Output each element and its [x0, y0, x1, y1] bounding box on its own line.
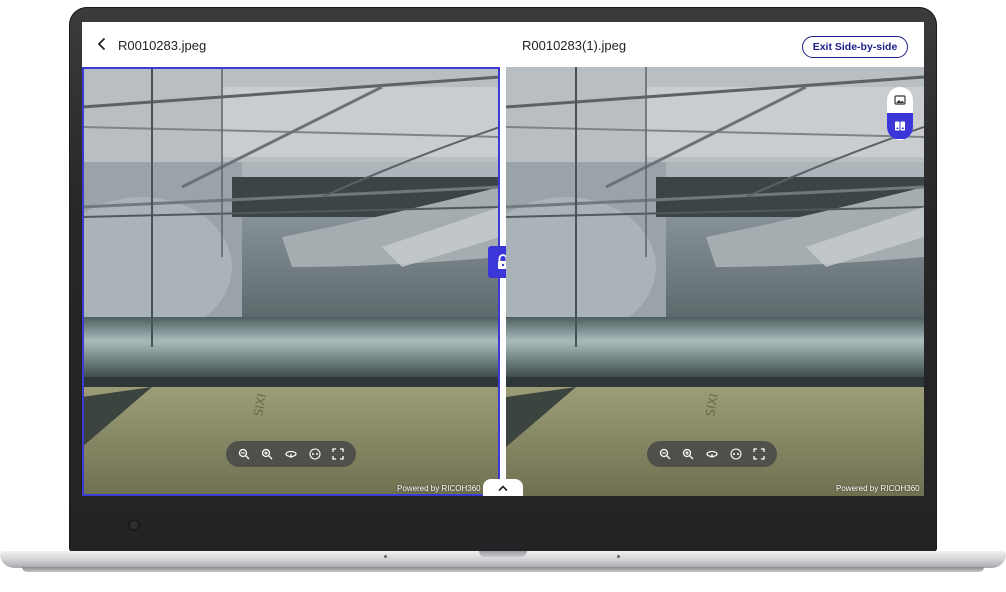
zoom-in-button[interactable] — [260, 447, 274, 461]
powered-by-label: Powered by RICOH360 — [397, 484, 481, 493]
right-file-title: R0010283(1).jpeg — [522, 38, 627, 53]
split-view-icon — [895, 121, 905, 131]
laptop-notch — [479, 551, 527, 557]
left-file-title: R0010283.jpeg — [118, 38, 207, 53]
rotate-button[interactable] — [705, 447, 719, 461]
back-button[interactable] — [94, 36, 110, 52]
panorama-image[interactable]: SIXI — [506, 67, 924, 496]
image-view-icon — [894, 95, 906, 105]
viewer-toolbar — [647, 441, 777, 467]
header-bar: R0010283.jpeg R0010283(1).jpeg Exit Side… — [82, 22, 924, 67]
chevron-up-icon — [498, 484, 508, 491]
laptop-base-edge — [22, 567, 984, 572]
exit-side-by-side-button[interactable]: Exit Side-by-side — [802, 36, 908, 58]
webcam — [128, 519, 140, 531]
zoom-out-icon — [659, 448, 671, 460]
base-dot — [617, 555, 620, 558]
zoom-in-icon — [683, 448, 694, 460]
fullscreen-button[interactable] — [752, 447, 766, 461]
vr-icon — [730, 448, 742, 460]
zoom-out-icon — [238, 448, 250, 460]
right-panorama-viewer[interactable]: SIXI Powered by RICOH360 — [506, 67, 924, 496]
vr-button[interactable] — [308, 447, 322, 461]
fullscreen-icon — [332, 448, 344, 460]
viewer-toolbar — [226, 441, 356, 467]
panorama-image[interactable]: SIXI — [82, 67, 500, 496]
expand-panel-button[interactable] — [483, 479, 523, 496]
fullscreen-icon — [753, 448, 765, 460]
zoom-in-button[interactable] — [681, 447, 695, 461]
zoom-out-button[interactable] — [237, 447, 251, 461]
app-screen: R0010283.jpeg R0010283(1).jpeg Exit Side… — [82, 22, 924, 496]
view-mode-toggle — [887, 87, 913, 140]
powered-by-label: Powered by RICOH360 — [836, 484, 920, 493]
rotate-icon — [706, 450, 718, 458]
rotate-button[interactable] — [284, 447, 298, 461]
image-view-button[interactable] — [887, 87, 913, 113]
zoom-out-button[interactable] — [658, 447, 672, 461]
split-view-button[interactable] — [887, 113, 913, 139]
fullscreen-button[interactable] — [331, 447, 345, 461]
left-panorama-viewer[interactable]: SIXI Powered by RICOH360 — [82, 67, 500, 496]
chevron-left-icon — [97, 37, 106, 51]
zoom-in-icon — [262, 448, 273, 460]
vr-icon — [309, 448, 321, 460]
base-dot — [384, 555, 387, 558]
vr-button[interactable] — [729, 447, 743, 461]
rotate-icon — [285, 450, 297, 458]
